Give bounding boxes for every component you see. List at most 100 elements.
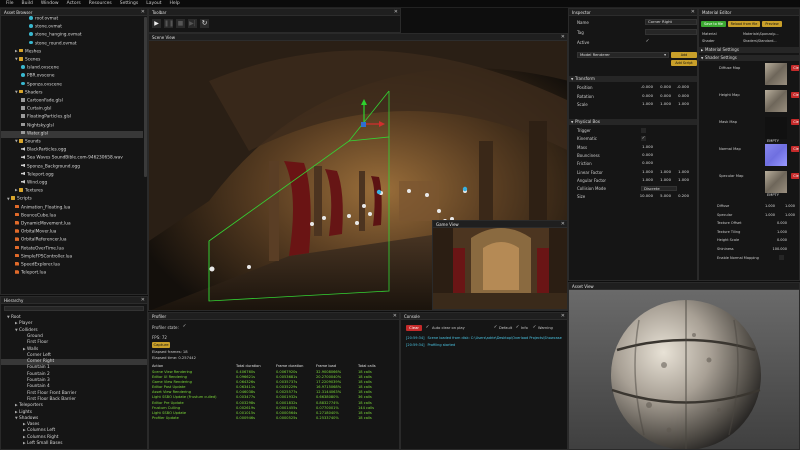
preview-button[interactable]: Preview <box>762 21 782 27</box>
next-frame-button[interactable]: ▶| <box>188 19 197 28</box>
asset-item[interactable]: RotateOverTime.lua <box>1 245 143 253</box>
hierarchy-item[interactable]: ▶Left Small Bases <box>1 441 147 447</box>
menu-item-resources[interactable]: Resources <box>89 1 112 7</box>
asset-item[interactable]: SimpleFPSController.lua <box>1 253 143 261</box>
auto-clear-checkbox[interactable]: ✓ <box>425 325 430 330</box>
menu-item-window[interactable]: Window <box>41 1 59 7</box>
physical-box-header[interactable]: ▼ Physical Box <box>569 119 697 125</box>
close-icon[interactable]: ✕ <box>691 9 695 16</box>
clear-button[interactable]: Clear <box>406 325 422 331</box>
close-icon[interactable]: ✕ <box>141 297 145 304</box>
menu-item-settings[interactable]: Settings <box>120 1 138 7</box>
asset-item[interactable]: PBR.ovscene <box>1 73 143 80</box>
linear-factor-value[interactable]: 1.000 <box>675 169 689 175</box>
normal-map-clear-button[interactable]: Cle <box>791 146 799 152</box>
diffuse-map-clear-button[interactable]: Cle <box>791 65 799 71</box>
height-map-thumbnail[interactable] <box>765 90 787 112</box>
reload-from-file-button[interactable]: Reload from file <box>728 21 760 27</box>
close-icon[interactable]: ✕ <box>393 313 397 320</box>
add-component-button[interactable]: Add Component <box>671 52 697 63</box>
menu-item-actors[interactable]: Actors <box>67 1 81 7</box>
pause-button[interactable]: ❚❚ <box>164 19 174 28</box>
normal-map-thumbnail[interactable] <box>765 144 787 166</box>
asset-item[interactable]: Sponza.ovscene <box>1 81 143 89</box>
specular-map-thumbnail[interactable] <box>765 171 787 193</box>
close-icon[interactable]: ✕ <box>141 9 145 16</box>
angular-factor-value[interactable]: 1.000 <box>675 177 689 183</box>
default-filter-checkbox[interactable]: ✓ <box>493 325 498 330</box>
trigger-checkbox[interactable] <box>641 127 646 133</box>
transform-position-x[interactable]: -0.000 <box>639 84 653 90</box>
asset-item[interactable]: Sea Waves SoundBible.com-946230658.wav <box>1 155 143 162</box>
shininess-value[interactable]: 100.000 <box>769 247 787 251</box>
tag-field[interactable] <box>645 29 697 35</box>
scrollbar[interactable] <box>144 17 147 177</box>
asset-preview-sphere[interactable] <box>569 290 800 450</box>
linear-factor-value[interactable]: 1.000 <box>639 169 653 175</box>
transform-scale-x[interactable]: 1.000 <box>639 101 653 107</box>
angular-factor-value[interactable]: 1.000 <box>657 177 671 183</box>
mask-map-thumbnail[interactable] <box>765 117 787 139</box>
collision-mode-select[interactable]: Discrete <box>641 185 677 192</box>
asset-item[interactable]: DynamicMovement.lua <box>1 221 143 228</box>
transform-rotation-y[interactable]: 0.000 <box>657 93 671 99</box>
texture-offset-value[interactable]: 0.000 <box>769 221 787 225</box>
menu-item-help[interactable]: Help <box>170 1 180 7</box>
close-icon[interactable]: ✕ <box>561 221 565 228</box>
transform-position-z[interactable]: -0.000 <box>675 84 689 90</box>
save-to-file-button[interactable]: Save to file <box>701 21 726 27</box>
size-value[interactable]: 5.000 <box>657 194 671 199</box>
folder-item[interactable]: ▶ Textures <box>1 188 143 195</box>
folder-item[interactable]: ▼ Sounds <box>1 139 143 146</box>
material-path[interactable]: Materials\Sponza\p... <box>743 32 779 36</box>
asset-item[interactable]: CartoonFade.glsl <box>1 98 143 105</box>
asset-item[interactable]: Wind.ogg <box>1 180 143 187</box>
folder-item[interactable]: ▶ Meshes <box>1 48 143 56</box>
folder-item[interactable]: ▼ Scripts <box>1 196 143 203</box>
folder-item[interactable]: ▼ Shaders <box>1 89 143 97</box>
play-button[interactable]: ▶ <box>152 19 161 28</box>
height-map-clear-button[interactable]: Cle <box>791 92 799 98</box>
height-scale-value[interactable]: 0.000 <box>769 238 787 242</box>
transform-scale-z[interactable]: 1.000 <box>675 101 689 107</box>
texture-tiling-value[interactable]: 1.000 <box>769 230 787 234</box>
active-checkbox[interactable]: ✓ <box>645 39 650 44</box>
asset-view-panel[interactable]: Asset View <box>568 282 800 450</box>
asset-item[interactable]: stone_hanging.ovmat <box>1 32 143 39</box>
friction-value[interactable]: 0.000 <box>639 160 653 166</box>
asset-item[interactable]: Water.glsl <box>1 130 143 139</box>
asset-item[interactable]: Nightsky.glsl <box>1 122 143 130</box>
shader-path[interactable]: Shaders\Standard... <box>743 39 777 43</box>
enable-normal-mapping-checkbox[interactable] <box>779 255 784 261</box>
asset-item[interactable]: Curtain.glsl <box>1 106 143 113</box>
asset-item[interactable]: BlackParticles.ogg <box>1 147 143 154</box>
game-view-panel[interactable]: Game View ✕ <box>432 220 568 310</box>
specular-value[interactable]: 1.000 <box>757 213 775 217</box>
name-field[interactable]: Corner Right <box>645 19 697 25</box>
close-icon[interactable]: ✕ <box>561 313 565 320</box>
linear-factor-value[interactable]: 1.000 <box>657 169 671 175</box>
asset-item[interactable]: roof.ovmat <box>1 16 143 23</box>
close-icon[interactable]: ✕ <box>394 9 398 16</box>
add-script-button[interactable]: Add Script <box>671 60 697 66</box>
menu-item-file[interactable]: File <box>6 1 14 7</box>
menu-item-layout[interactable]: Layout <box>146 1 161 7</box>
asset-item[interactable]: stone.ovmat <box>1 24 143 31</box>
size-value[interactable]: 10.000 <box>639 194 653 199</box>
size-value[interactable]: 0.200 <box>675 194 689 199</box>
transform-rotation-x[interactable]: 0.000 <box>639 93 653 99</box>
specular-map-clear-button[interactable]: Cle <box>791 173 799 179</box>
asset-item[interactable]: Teleport.ogg <box>1 171 143 179</box>
game-render[interactable] <box>433 228 568 310</box>
diffuse-value[interactable]: 1.000 <box>757 204 775 208</box>
transform-scale-y[interactable]: 1.000 <box>657 101 671 107</box>
asset-item[interactable]: stone_round.ovmat <box>1 40 143 48</box>
stop-button[interactable]: ■ <box>176 19 185 28</box>
asset-item[interactable]: BounceCube.lua <box>1 212 143 220</box>
asset-item[interactable]: Island.ovscene <box>1 65 143 72</box>
refresh-button[interactable]: ↻ <box>200 19 209 28</box>
close-icon[interactable]: ✕ <box>561 34 565 41</box>
shader-settings-header[interactable]: ▼ Shader Settings <box>699 55 799 61</box>
menu-item-build[interactable]: Build <box>22 1 33 7</box>
material-settings-header[interactable]: ▶ Material Settings <box>699 47 799 53</box>
